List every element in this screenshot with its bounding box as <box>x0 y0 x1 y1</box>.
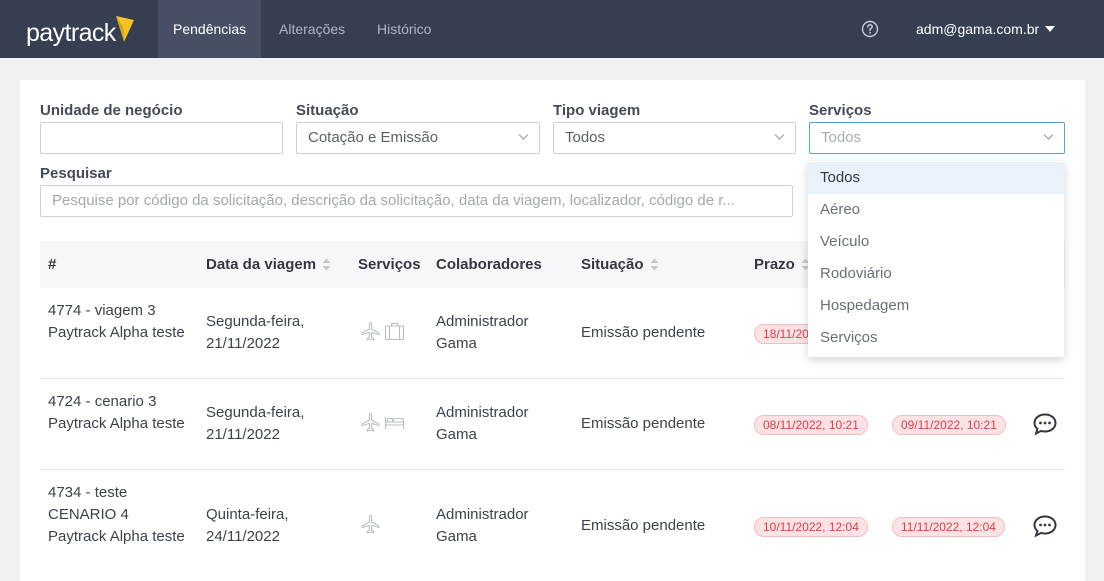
row-date: Quinta-feira, 24/11/2022 <box>206 506 289 545</box>
dropdown-option-hospedagem[interactable]: Hospedagem <box>808 290 1064 322</box>
deadline-badge: 08/11/2022, 10:21 <box>754 415 868 435</box>
servicos-label: Serviços <box>809 102 872 119</box>
row-id: 4774 - viagem 3 Paytrack Alpha teste <box>48 302 185 341</box>
deadline-badge-secondary: 09/11/2022, 10:21 <box>892 415 1006 435</box>
column-header-data-viagem[interactable]: Data da viagem <box>206 241 331 288</box>
search-input[interactable]: Pesquise por código da solicitação, desc… <box>40 185 793 217</box>
user-email: adm@gama.com.br <box>916 21 1040 37</box>
row-status: Emissão pendente <box>581 517 706 534</box>
column-header-label: Situação <box>581 256 644 273</box>
column-header-label: Prazo <box>754 256 795 273</box>
row-collaborator: Administrador Gama <box>436 404 529 443</box>
column-header-colaboradores: Colaboradores <box>436 256 542 273</box>
situacao-label: Situação <box>296 102 359 119</box>
airplane-icon <box>361 514 380 534</box>
suitcase-icon <box>384 322 405 341</box>
chevron-down-icon <box>1043 134 1054 140</box>
nav-tab-pendencias[interactable]: Pendências <box>158 0 262 58</box>
column-header-servicos: Serviços <box>358 256 421 273</box>
row-collaborator: Administrador Gama <box>436 313 529 352</box>
servicos-select[interactable]: Todos <box>809 122 1065 154</box>
dropdown-option-veiculo[interactable]: Veículo <box>808 226 1064 258</box>
dropdown-option-todos[interactable]: Todos <box>808 162 1064 194</box>
row-services <box>360 412 405 433</box>
tipo-viagem-select[interactable]: Todos <box>553 122 796 154</box>
user-menu[interactable]: adm@gama.com.br <box>916 0 1056 58</box>
deadline-badge-secondary: 11/11/2022, 12:04 <box>892 517 1005 537</box>
airplane-icon <box>361 412 380 432</box>
table-row[interactable]: 4724 - cenario 3 Paytrack Alpha teste Se… <box>40 379 1065 470</box>
row-status: Emissão pendente <box>581 324 706 341</box>
table-row[interactable]: 4734 - teste CENARIO 4 Paytrack Alpha te… <box>40 470 1065 581</box>
row-status: Emissão pendente <box>581 415 706 432</box>
unidade-negocio-label: Unidade de negócio <box>40 102 183 119</box>
bed-icon <box>384 417 405 429</box>
column-header-prazo[interactable]: Prazo <box>754 241 810 288</box>
chat-icon[interactable] <box>1032 412 1058 436</box>
pesquisar-label: Pesquisar <box>40 165 112 182</box>
dropdown-option-servicos[interactable]: Serviços <box>808 322 1064 354</box>
row-services <box>360 321 405 342</box>
dropdown-option-aereo[interactable]: Aéreo <box>808 194 1064 226</box>
sort-icon[interactable] <box>650 258 659 271</box>
column-header-id: # <box>48 256 57 273</box>
situacao-value: Cotação e Emissão <box>308 129 439 146</box>
unidade-negocio-input[interactable] <box>40 122 283 154</box>
chat-icon[interactable] <box>1032 514 1058 538</box>
row-id: 4724 - cenario 3 Paytrack Alpha teste <box>48 393 185 432</box>
row-collaborator: Administrador Gama <box>436 506 529 545</box>
row-services <box>360 514 381 535</box>
logo-text: paytrack <box>26 19 116 47</box>
column-header-label: Data da viagem <box>206 256 317 273</box>
nav-tab-historico[interactable]: Histórico <box>362 0 446 58</box>
servicos-dropdown-menu: Todos Aéreo Veículo Rodoviário Hospedage… <box>808 161 1064 357</box>
nav-tab-alteracoes[interactable]: Alterações <box>264 0 360 58</box>
chevron-down-icon <box>774 134 785 140</box>
logo-mark-icon <box>116 16 134 42</box>
row-date: Segunda-feira, 21/11/2022 <box>206 404 305 443</box>
sort-icon[interactable] <box>322 258 331 271</box>
column-header-situacao[interactable]: Situação <box>581 241 659 288</box>
chevron-down-icon <box>518 134 529 140</box>
airplane-icon <box>361 321 380 341</box>
tipo-viagem-value: Todos <box>565 129 606 146</box>
row-date: Segunda-feira, 21/11/2022 <box>206 313 305 352</box>
top-navigation-bar: paytrack Pendências Alterações Histórico… <box>0 0 1104 58</box>
help-icon[interactable] <box>861 20 879 38</box>
situacao-select[interactable]: Cotação e Emissão <box>296 122 540 154</box>
caret-down-icon <box>1045 26 1056 33</box>
row-id: 4734 - teste CENARIO 4 Paytrack Alpha te… <box>48 484 185 545</box>
servicos-placeholder: Todos <box>821 129 862 146</box>
dropdown-option-rodoviario[interactable]: Rodoviário <box>808 258 1064 290</box>
tipo-viagem-label: Tipo viagem <box>553 102 641 119</box>
deadline-badge: 10/11/2022, 12:04 <box>754 517 868 537</box>
